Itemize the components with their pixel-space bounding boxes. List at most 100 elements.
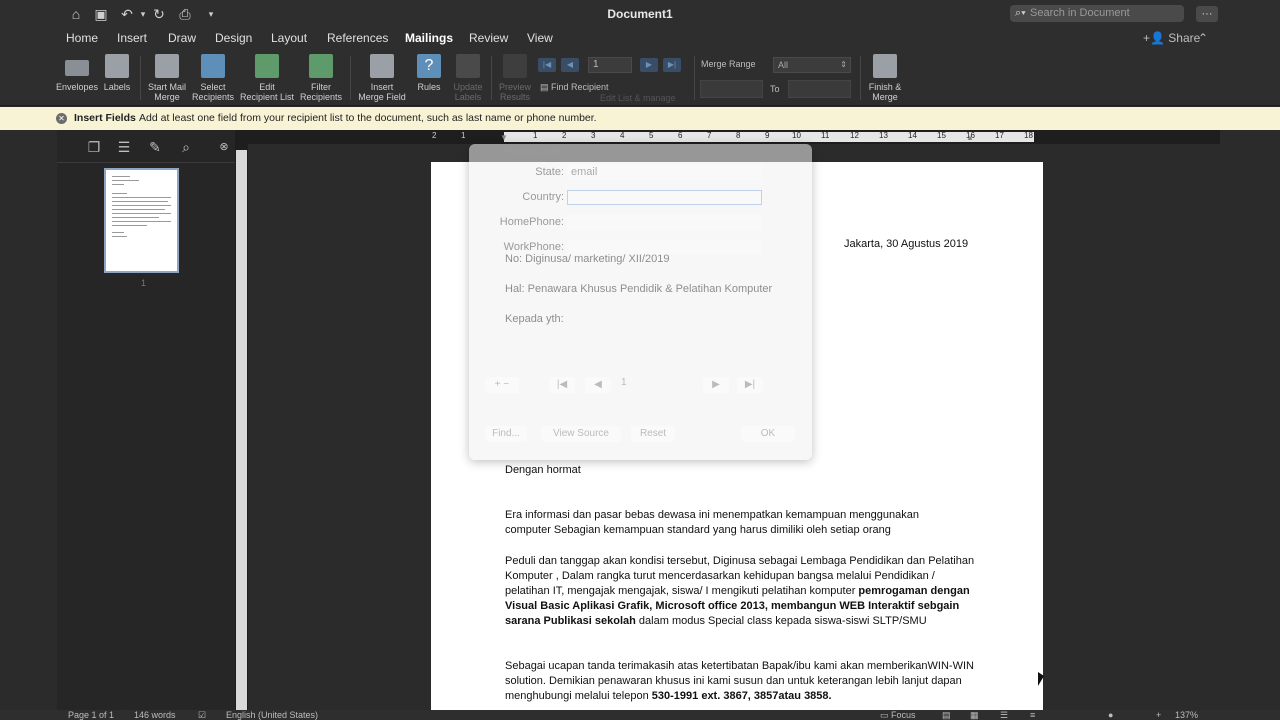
next-record-button[interactable]: ▶ <box>640 58 658 72</box>
find-button[interactable]: Find... <box>485 426 527 442</box>
preview-icon <box>503 54 527 78</box>
rules-label: Rules <box>417 82 441 92</box>
word-count[interactable]: 146 words <box>134 710 176 720</box>
homephone-field[interactable] <box>567 215 762 230</box>
update-labels-label-2: Labels <box>454 92 482 102</box>
rules-button[interactable]: ? Rules <box>414 54 444 92</box>
update-labels-button[interactable]: Update Labels <box>450 54 486 102</box>
search-placeholder: Search in Document <box>1030 7 1130 19</box>
merge-from-field[interactable] <box>700 80 763 98</box>
search-input[interactable]: ⌕▾ Search in Document <box>1010 5 1184 22</box>
reset-button[interactable]: Reset <box>631 426 675 442</box>
search-icon[interactable]: ⌕ <box>177 138 195 156</box>
ribbon-mailings: Envelopes Labels Start Mail Merge Select… <box>0 50 1280 106</box>
tab-references[interactable]: References <box>327 31 388 45</box>
country-field[interactable] <box>567 190 762 205</box>
collapse-ribbon-icon[interactable]: ⌃ <box>1198 31 1208 45</box>
tab-review[interactable]: Review <box>469 31 508 45</box>
filter-recipients-button[interactable]: Filter Recipients <box>298 54 344 102</box>
insert-fields-infobar: ✕ Insert Fields Add at least one field f… <box>0 107 1280 130</box>
share-label: Share <box>1168 31 1201 45</box>
first-record-icon[interactable]: |◀ <box>549 377 575 393</box>
filter-recipients-label-1: Filter <box>311 82 331 92</box>
recipients-icon <box>201 54 225 78</box>
right-indent-marker[interactable]: ▲ <box>966 133 974 142</box>
filter-recipients-label-2: Recipients <box>299 92 343 102</box>
more-options-button[interactable]: ··· <box>1196 6 1218 22</box>
previous-record-icon[interactable]: ◀ <box>585 377 611 393</box>
zoom-in-icon[interactable]: + <box>1156 710 1161 720</box>
start-mail-merge-button[interactable]: Start Mail Merge <box>144 54 190 102</box>
thumbnails-icon[interactable]: ❐ <box>85 138 103 156</box>
language-indicator[interactable]: English (United States) <box>226 710 318 720</box>
edit-list-icon <box>255 54 279 78</box>
homephone-label: HomePhone: <box>499 216 564 228</box>
left-indent-marker[interactable]: ▼ <box>500 133 508 142</box>
search-icon: ⌕▾ <box>1015 7 1026 19</box>
outline-icon[interactable]: ☰ <box>115 138 133 156</box>
record-number-field[interactable]: 1 <box>588 57 632 73</box>
workphone-label: WorkPhone: <box>503 241 564 253</box>
next-record-icon[interactable]: ▶ <box>703 377 729 393</box>
horizontal-ruler: 2 1 1 2 3 4 5 6 7 8 9 10 11 12 13 14 15 … <box>248 130 1220 144</box>
page-thumbnail[interactable] <box>104 168 179 273</box>
update-labels-label-1: Update <box>453 82 483 92</box>
select-recipients-button[interactable]: Select Recipients <box>190 54 236 102</box>
navigation-toolbar: ❐ ☰ ✎ ⌕ ⊗ <box>57 136 235 158</box>
paragraph-2: Peduli dan tanggap akan kondisi tersebut… <box>505 554 975 629</box>
state-label: State: <box>535 166 564 178</box>
preview-label-2: Results <box>499 92 530 102</box>
merge-range-label: Merge Range <box>701 59 756 69</box>
last-record-icon[interactable]: ▶| <box>737 377 763 393</box>
insert-merge-field-button[interactable]: Insert Merge Field <box>356 54 408 102</box>
start-mail-merge-label-1: Start Mail <box>147 82 186 92</box>
workphone-field[interactable] <box>567 240 762 255</box>
finish-merge-button[interactable]: Finish & Merge <box>864 54 906 102</box>
preview-results-button[interactable]: Preview Results <box>496 54 534 102</box>
select-recipients-label-1: Select <box>200 82 226 92</box>
zoom-slider[interactable]: ● <box>1108 710 1113 720</box>
previous-record-button[interactable]: ◀ <box>561 58 579 72</box>
finish-merge-icon <box>873 54 897 78</box>
tab-view[interactable]: View <box>527 31 553 45</box>
last-record-button[interactable]: ▶| <box>663 58 681 72</box>
first-record-button[interactable]: |◀ <box>538 58 556 72</box>
paragraph-1: Era informasi dan pasar bebas dewasa ini… <box>505 509 919 536</box>
close-pane-icon[interactable]: ⊗ <box>215 138 233 156</box>
tab-mailings[interactable]: Mailings <box>405 31 453 45</box>
focus-button[interactable]: ▭ Focus <box>880 710 916 720</box>
merge-field-icon <box>370 54 394 78</box>
tab-design[interactable]: Design <box>215 31 252 45</box>
add-remove-record-button[interactable]: + − <box>485 377 519 393</box>
merge-range-select[interactable]: All ⇕ <box>773 57 851 73</box>
ok-button[interactable]: OK <box>741 426 795 442</box>
edit-pages-icon[interactable]: ✎ <box>146 138 164 156</box>
tab-draw[interactable]: Draw <box>168 31 196 45</box>
merge-range-value: All <box>778 60 789 70</box>
edit-recipient-list-button[interactable]: Edit Recipient List <box>238 54 296 102</box>
envelopes-button[interactable]: Envelopes <box>56 54 98 92</box>
print-layout-icon[interactable]: ▤ <box>942 710 951 720</box>
tab-home[interactable]: Home <box>66 31 98 45</box>
merge-to-field[interactable] <box>788 80 851 98</box>
web-layout-icon[interactable]: ▦ <box>970 710 979 720</box>
proofing-icon[interactable]: ☑ <box>198 710 206 720</box>
share-button[interactable]: +👤 Share <box>1143 31 1200 45</box>
dialog-record-number[interactable]: 1 <box>621 377 627 388</box>
tab-insert[interactable]: Insert <box>117 31 147 45</box>
outline-view-icon[interactable]: ☰ <box>1000 710 1008 720</box>
zoom-level[interactable]: 137% <box>1175 710 1198 720</box>
draft-view-icon[interactable]: ≡ <box>1030 710 1035 720</box>
rules-icon: ? <box>417 54 441 78</box>
find-recipient-button[interactable]: ▤ Find Recipient <box>540 82 609 93</box>
labels-button[interactable]: Labels <box>100 54 134 92</box>
close-icon[interactable]: ✕ <box>56 113 67 124</box>
preview-label-1: Preview <box>498 82 531 92</box>
paragraph-2-tail: dalam modus Special class kepada siswa-s… <box>638 615 927 627</box>
edit-recipient-label-2: Recipient List <box>239 92 295 102</box>
labels-icon <box>105 54 129 78</box>
state-field[interactable]: email <box>567 165 762 180</box>
tab-layout[interactable]: Layout <box>271 31 307 45</box>
view-source-button[interactable]: View Source <box>541 426 621 442</box>
page-count[interactable]: Page 1 of 1 <box>68 710 114 720</box>
